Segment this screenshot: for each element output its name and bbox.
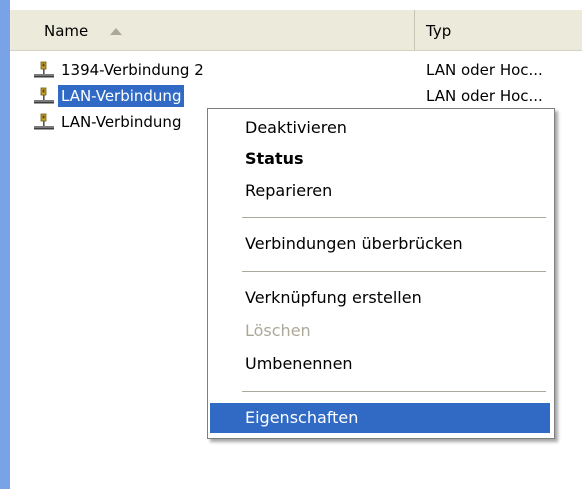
list-item-type: LAN oder Hoc... [426,87,543,105]
menu-separator [242,391,546,392]
network-connection-icon [34,87,54,104]
list-item-name: 1394-Verbindung 2 [61,61,204,79]
sort-ascending-icon [110,28,122,35]
menu-separator [242,271,546,272]
list-item-name: LAN-Verbindung [56,84,186,108]
context-menu: Deaktivieren Status Reparieren Verbindun… [207,108,555,439]
menu-item-verknuepfung-erstellen[interactable]: Verknüpfung erstellen [210,283,550,313]
column-header-name[interactable]: Name [10,10,415,50]
menu-item-reparieren[interactable]: Reparieren [210,176,550,206]
list-column-header: Name Typ [10,10,582,51]
menu-item-verbindungen-ueberbruecken[interactable]: Verbindungen überbrücken [210,229,550,259]
menu-item-umbenennen[interactable]: Umbenennen [210,349,550,379]
menu-item-deaktivieren[interactable]: Deaktivieren [210,113,550,143]
left-task-pane-edge [0,0,10,489]
list-item[interactable]: LAN-Verbindung LAN oder Hoc... [10,84,582,108]
network-connection-icon [34,61,54,78]
list-item[interactable]: 1394-Verbindung 2 LAN oder Hoc... [10,58,582,82]
column-header-name-label: Name [44,22,89,40]
menu-separator [242,217,546,218]
list-item-name: LAN-Verbindung [61,113,182,131]
column-header-type[interactable]: Typ [416,10,582,50]
menu-item-loeschen: Löschen [245,321,311,340]
column-header-type-label: Typ [426,22,452,40]
menu-item-eigenschaften[interactable]: Eigenschaften [210,403,550,433]
menu-item-status[interactable]: Status [210,144,550,174]
network-connection-icon [34,113,54,130]
list-item-type: LAN oder Hoc... [426,61,543,79]
